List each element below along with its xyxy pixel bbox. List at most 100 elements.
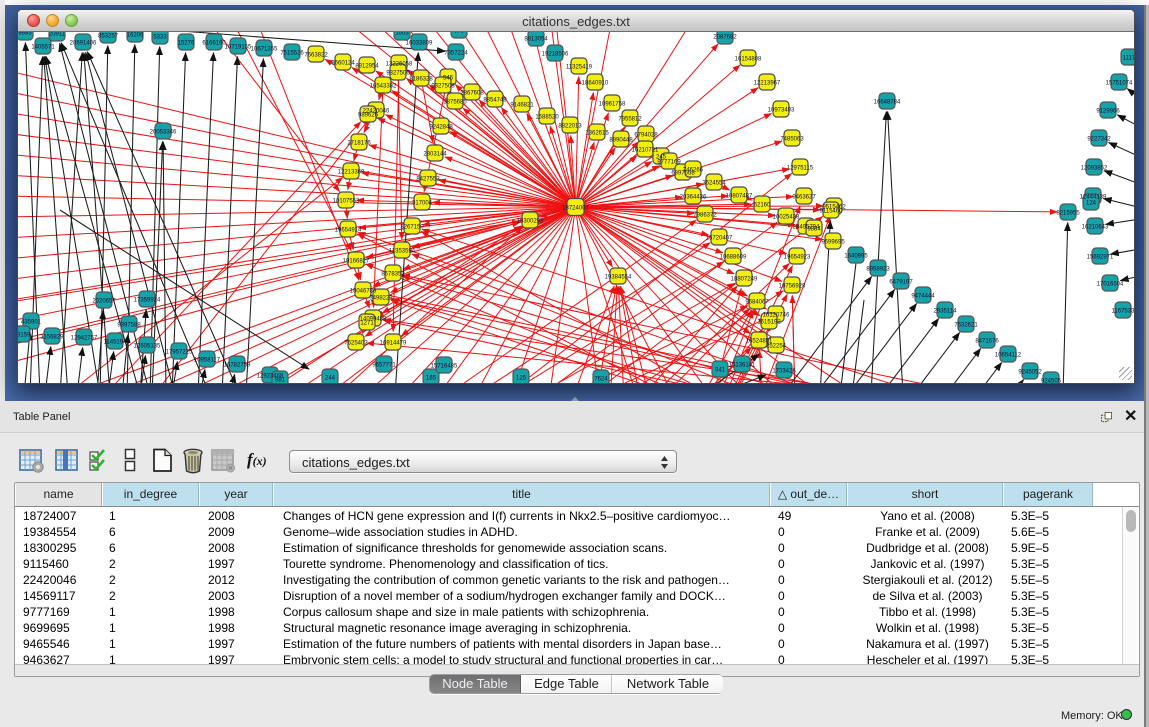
svg-text:8912954: 8912954: [355, 64, 379, 70]
svg-text:7357224: 7357224: [444, 51, 468, 57]
svg-text:2020657: 2020657: [92, 299, 116, 305]
svg-text:9884: 9884: [807, 227, 821, 233]
svg-text:16648784: 16648784: [874, 100, 901, 106]
svg-text:9227342: 9227342: [1087, 137, 1111, 143]
svg-text:9115460: 9115460: [820, 209, 844, 215]
svg-text:9245052: 9245052: [1018, 370, 1042, 376]
svg-text:435901: 435901: [21, 320, 42, 326]
svg-text:8990448: 8990448: [609, 138, 633, 144]
svg-text:11353594: 11353594: [389, 249, 416, 255]
svg-text:7663822: 7663822: [304, 53, 328, 59]
svg-text:124: 124: [1086, 201, 1097, 207]
svg-text:9777169: 9777169: [657, 160, 681, 166]
svg-text:8186328: 8186328: [409, 77, 433, 83]
svg-text:2935114: 2935114: [934, 309, 958, 315]
svg-text:9684067: 9684067: [745, 300, 769, 306]
svg-text:16543382: 16543382: [370, 84, 397, 90]
svg-text:8958923: 8958923: [866, 267, 890, 273]
svg-text:9242848: 9242848: [429, 125, 453, 131]
svg-text:546: 546: [443, 76, 454, 82]
svg-text:19384554: 19384554: [605, 275, 632, 281]
svg-text:39159: 39159: [18, 333, 31, 339]
svg-text:19654914: 19654914: [335, 228, 362, 234]
svg-text:2087682: 2087682: [713, 35, 737, 41]
svg-text:20911: 20911: [49, 32, 66, 38]
svg-text:20364436: 20364436: [680, 195, 707, 201]
svg-text:62160: 62160: [754, 203, 771, 209]
svg-text:1588520: 1588520: [535, 115, 559, 121]
svg-text:1733426: 1733426: [772, 369, 796, 375]
svg-text:8813054: 8813054: [524, 37, 548, 43]
svg-text:2718176: 2718176: [347, 141, 371, 147]
svg-text:3875685: 3875685: [443, 100, 467, 106]
svg-text:981: 981: [275, 378, 286, 384]
svg-text:8215955: 8215955: [1056, 211, 1080, 217]
svg-text:1362615: 1362615: [585, 131, 609, 137]
svg-text:12942757: 12942757: [71, 336, 98, 342]
svg-text:252254: 252254: [766, 344, 787, 350]
svg-text:12505135: 12505135: [134, 344, 161, 350]
svg-text:20691406: 20691406: [70, 41, 97, 47]
svg-text:18724007: 18724007: [562, 206, 589, 212]
svg-text:12093852: 12093852: [1081, 166, 1108, 172]
svg-text:9983: 9983: [18, 32, 32, 37]
svg-text:10671355: 10671355: [251, 47, 278, 53]
svg-text:15276: 15276: [178, 41, 195, 47]
svg-text:3498222: 3498222: [369, 296, 393, 302]
svg-text:15720407: 15720407: [706, 236, 733, 242]
svg-text:10958117: 10958117: [194, 358, 221, 364]
svg-text:10025438: 10025438: [773, 215, 800, 221]
svg-text:18807249: 18807249: [731, 277, 758, 283]
svg-text:573: 573: [454, 32, 465, 35]
svg-text:7485063: 7485063: [780, 137, 804, 143]
svg-text:7624: 7624: [594, 377, 608, 383]
svg-text:16210643: 16210643: [1082, 225, 1109, 231]
svg-text:1640995: 1640995: [844, 254, 868, 260]
svg-text:2803144: 2803144: [423, 152, 447, 158]
svg-text:9474444: 9474444: [911, 294, 935, 300]
svg-text:16210721: 16210721: [632, 148, 659, 154]
svg-text:8267150: 8267150: [400, 225, 424, 231]
svg-text:10046786: 10046786: [350, 289, 377, 295]
svg-text:15751074: 15751074: [1106, 81, 1133, 87]
svg-text:8822013: 8822013: [558, 124, 582, 130]
svg-text:18300295: 18300295: [517, 219, 544, 225]
svg-text:9657771: 9657771: [372, 363, 396, 369]
svg-text:18640910: 18640910: [582, 81, 609, 87]
svg-text:10756928: 10756928: [779, 284, 806, 290]
svg-text:924505: 924505: [1041, 379, 1062, 384]
svg-text:17359924: 17359924: [134, 298, 161, 304]
svg-text:9146821: 9146821: [510, 103, 534, 109]
svg-text:10961758: 10961758: [599, 102, 626, 108]
svg-text:10688609: 10688609: [720, 255, 747, 261]
svg-text:6794028: 6794028: [634, 133, 658, 139]
svg-text:12213967: 12213967: [754, 81, 781, 87]
svg-text:20053346: 20053346: [150, 130, 177, 136]
svg-text:7986372: 7986372: [693, 213, 717, 219]
svg-text:15692971: 15692971: [1087, 255, 1114, 261]
svg-text:12975115: 12975115: [787, 166, 814, 172]
svg-text:11325419: 11325419: [566, 65, 593, 71]
svg-text:8471676: 8471676: [975, 339, 999, 345]
svg-text:17016504: 17016504: [1097, 282, 1124, 288]
svg-text:6479197: 6479197: [889, 280, 913, 286]
svg-text:9129966: 9129966: [1096, 109, 1120, 115]
svg-text:8660124: 8660124: [331, 61, 355, 67]
svg-text:16154808: 16154808: [735, 57, 762, 63]
svg-text:19218506: 19218506: [542, 52, 569, 58]
svg-text:7515526: 7515526: [280, 51, 304, 57]
svg-text:9397588: 9397588: [117, 323, 141, 329]
svg-text:317004: 317004: [412, 201, 433, 207]
svg-text:1167533: 1167533: [1112, 309, 1134, 315]
svg-text:1405571: 1405571: [31, 45, 55, 51]
svg-text:10654112: 10654112: [995, 353, 1022, 359]
svg-text:1145194: 1145194: [104, 340, 128, 346]
svg-text:9327508: 9327508: [431, 84, 455, 90]
svg-text:853257: 853257: [98, 34, 119, 40]
svg-text:1156829: 1156829: [41, 335, 65, 341]
svg-text:989626: 989626: [358, 113, 379, 119]
svg-text:7632621: 7632621: [954, 323, 978, 329]
svg-text:9463627: 9463627: [792, 195, 816, 201]
svg-text:9699695: 9699695: [821, 240, 845, 246]
svg-text:1615192: 1615192: [757, 320, 781, 326]
